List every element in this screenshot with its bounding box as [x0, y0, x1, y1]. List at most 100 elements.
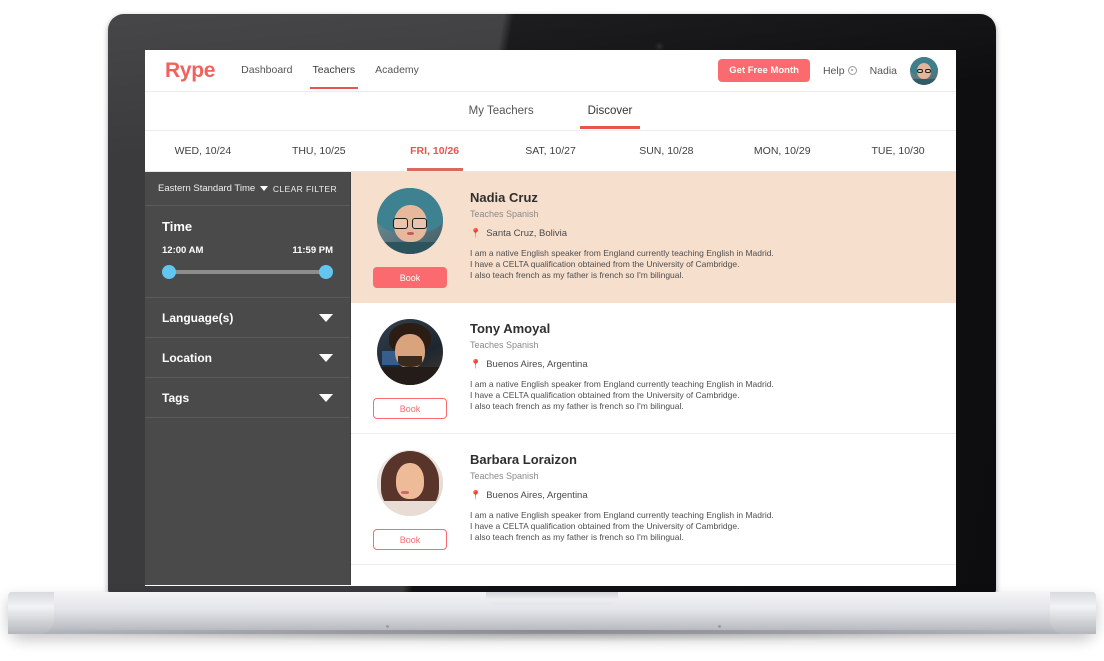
- teacher-location-label: Santa Cruz, Bolivia: [486, 228, 568, 239]
- teacher-media: Book: [373, 319, 447, 419]
- laptop-shadow: [40, 630, 1064, 642]
- teacher-portrait: [377, 450, 443, 516]
- teacher-location: 📍 Buenos Aires, Argentina: [470, 359, 936, 370]
- map-pin-icon: 📍: [470, 490, 482, 500]
- filter-section-label: Language(s): [162, 310, 234, 325]
- teacher-avatar[interactable]: [377, 450, 443, 516]
- book-button[interactable]: Book: [373, 529, 447, 550]
- date-cell-thu-1025[interactable]: THU, 10/25: [261, 131, 377, 171]
- help-label: Help: [822, 64, 845, 77]
- time-max-label: 11:59 PM: [292, 245, 333, 256]
- teacher-info: Nadia Cruz Teaches Spanish 📍 Santa Cruz,…: [470, 188, 936, 288]
- teacher-name: Tony Amoyal: [470, 321, 551, 336]
- help-link[interactable]: Help: [823, 65, 857, 77]
- teacher-subject: Teaches Spanish: [470, 209, 539, 219]
- get-free-month-button[interactable]: Get Free Month: [718, 59, 810, 82]
- date-cell-sat-1027[interactable]: SAT, 10/27: [493, 131, 609, 171]
- gear-icon: [847, 66, 857, 75]
- teacher-bio-line: I am a native English speaker from Engla…: [470, 248, 774, 258]
- avatar-portrait: [910, 56, 938, 85]
- teacher-bio-line: I have a CELTA qualification obtained fr…: [470, 259, 740, 270]
- section-tabs: My Teachers Discover: [145, 92, 956, 131]
- date-cell-tue-1030[interactable]: TUE, 10/30: [840, 131, 956, 171]
- app-header: Rype Dashboard Teachers Academy Get Free…: [145, 50, 956, 92]
- avatar[interactable]: [910, 56, 938, 85]
- teacher-bio-line: I am a native English speaker from Engla…: [470, 510, 774, 520]
- teacher-location: 📍 Buenos Aires, Argentina: [470, 490, 936, 501]
- teacher-portrait: [377, 319, 443, 385]
- teacher-card[interactable]: Book Nadia Cruz Teaches Spanish 📍 Santa …: [351, 172, 956, 303]
- tab-discover[interactable]: Discover: [579, 94, 641, 129]
- laptop-mockup: Rype Dashboard Teachers Academy Get Free…: [0, 0, 1104, 661]
- clear-filter-button[interactable]: CLEAR FILTER: [273, 184, 337, 194]
- teacher-media: Book: [373, 188, 447, 288]
- time-filter-title: Time: [162, 219, 193, 234]
- app-body: Eastern Standard Time CLEAR FILTER Time …: [145, 172, 956, 585]
- laptop-base-edge-right: [1050, 592, 1096, 634]
- webcam-icon: [656, 43, 663, 50]
- teacher-avatar[interactable]: [377, 188, 443, 254]
- nav-item-teachers[interactable]: Teachers: [309, 52, 358, 89]
- teacher-subject: Teaches Spanish: [470, 340, 539, 350]
- laptop-lid-notch: [486, 592, 618, 605]
- chevron-down-icon: [260, 186, 269, 191]
- book-button[interactable]: Book: [373, 267, 447, 288]
- chevron-down-icon: [319, 393, 333, 402]
- date-cell-mon-1029[interactable]: MON, 10/29: [724, 131, 840, 171]
- laptop-foot-left: [386, 625, 389, 628]
- teacher-avatar[interactable]: [377, 319, 443, 385]
- brand-logo[interactable]: Rype: [165, 59, 215, 83]
- user-name-label[interactable]: Nadia: [870, 65, 897, 77]
- filter-section-location[interactable]: Location: [145, 337, 350, 377]
- teacher-bio-line: I also teach french as my father is fren…: [470, 532, 684, 543]
- teacher-name: Barbara Loraizon: [470, 452, 577, 467]
- teacher-location-label: Buenos Aires, Argentina: [486, 359, 588, 370]
- time-range-slider[interactable]: [162, 265, 333, 279]
- teacher-info: Tony Amoyal Teaches Spanish 📍 Buenos Air…: [470, 319, 936, 419]
- filter-section-languages[interactable]: Language(s): [145, 297, 350, 337]
- app-screen: Rype Dashboard Teachers Academy Get Free…: [145, 50, 956, 586]
- time-filter: Time 12:00 AM 11:59 PM: [145, 206, 350, 297]
- slider-handle-min[interactable]: [162, 265, 176, 279]
- teacher-bio-line: I am a native English speaker from Engla…: [470, 379, 774, 389]
- teacher-bio-line: I have a CELTA qualification obtained fr…: [470, 521, 740, 532]
- teacher-location: 📍 Santa Cruz, Bolivia: [470, 228, 936, 239]
- timezone-label: Eastern Standard Time: [158, 183, 256, 194]
- timezone-row: Eastern Standard Time CLEAR FILTER: [145, 172, 350, 206]
- date-cell-sun-1028[interactable]: SUN, 10/28: [608, 131, 724, 171]
- slider-track: [169, 270, 326, 274]
- date-cell-wed-1024[interactable]: WED, 10/24: [145, 131, 261, 171]
- teacher-media: Book: [373, 450, 447, 550]
- laptop-foot-right: [718, 625, 721, 628]
- teacher-card[interactable]: Book Barbara Loraizon Teaches Spanish 📍 …: [351, 434, 956, 565]
- teacher-card[interactable]: Book Tony Amoyal Teaches Spanish 📍 Bueno…: [351, 303, 956, 434]
- time-min-label: 12:00 AM: [162, 245, 204, 256]
- laptop-base-edge-left: [8, 592, 54, 634]
- filter-sections: Language(s) Location Tags: [145, 297, 350, 418]
- date-selector: WED, 10/24 THU, 10/25 FRI, 10/26 SAT, 10…: [145, 131, 956, 172]
- tab-my-teachers[interactable]: My Teachers: [467, 94, 536, 129]
- chevron-down-icon: [319, 313, 333, 322]
- teacher-bio-line: I also teach french as my father is fren…: [470, 270, 684, 281]
- teacher-subject: Teaches Spanish: [470, 471, 539, 481]
- teacher-info: Barbara Loraizon Teaches Spanish 📍 Bueno…: [470, 450, 936, 550]
- nav-item-dashboard[interactable]: Dashboard: [241, 52, 292, 89]
- teacher-portrait: [377, 188, 443, 254]
- book-button[interactable]: Book: [373, 398, 447, 419]
- timezone-select[interactable]: Eastern Standard Time: [158, 183, 269, 194]
- map-pin-icon: 📍: [470, 228, 482, 238]
- filter-sidebar: Eastern Standard Time CLEAR FILTER Time …: [145, 172, 351, 585]
- filter-section-tags[interactable]: Tags: [145, 377, 350, 417]
- slider-handle-max[interactable]: [319, 265, 333, 279]
- teacher-name: Nadia Cruz: [470, 190, 538, 205]
- teacher-list: Book Nadia Cruz Teaches Spanish 📍 Santa …: [351, 172, 956, 585]
- time-filter-values: 12:00 AM 11:59 PM: [162, 245, 333, 256]
- teacher-location-label: Buenos Aires, Argentina: [486, 490, 588, 501]
- map-pin-icon: 📍: [470, 359, 482, 369]
- header-actions: Get Free Month Help Nadia: [718, 56, 938, 85]
- teacher-bio-line: I have a CELTA qualification obtained fr…: [470, 390, 740, 401]
- nav-item-academy[interactable]: Academy: [375, 52, 419, 89]
- filter-section-label: Tags: [162, 390, 190, 405]
- teacher-bio-line: I also teach french as my father is fren…: [470, 401, 684, 412]
- date-cell-fri-1026[interactable]: FRI, 10/26: [377, 131, 493, 171]
